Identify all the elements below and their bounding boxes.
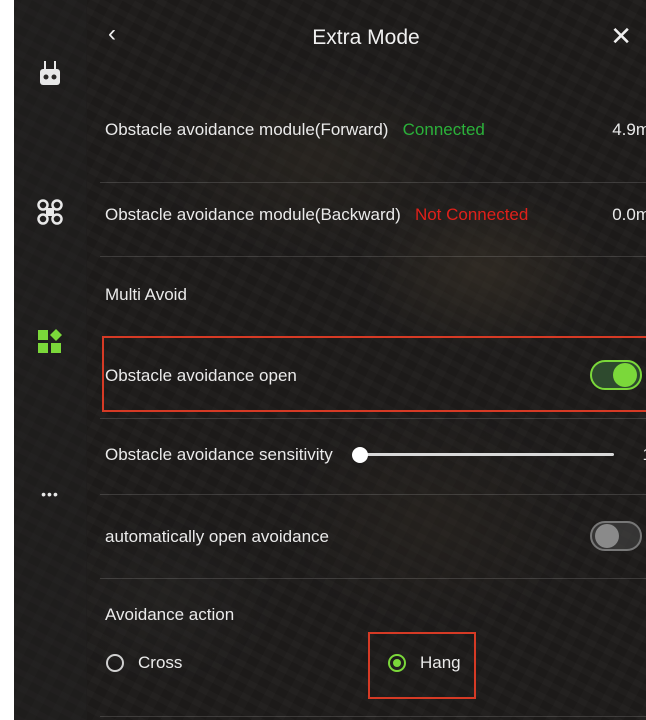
status-badge: Not Connected (414, 205, 529, 224)
toggle-knob (613, 363, 637, 387)
radio-option-hang[interactable]: Hang (388, 649, 468, 679)
avoidance-action-label: Avoidance action (105, 605, 235, 624)
remote-controller-icon[interactable] (36, 60, 64, 88)
auto-open-label: automatically open avoidance (105, 527, 329, 546)
radio-unselected-icon (106, 654, 124, 672)
sensitivity-slider-thumb[interactable] (352, 447, 368, 463)
auto-open-toggle[interactable] (590, 521, 642, 551)
sensitivity-slider-track[interactable] (360, 453, 614, 456)
radio-selected-icon (388, 654, 406, 672)
sensitivity-value: 1 (643, 445, 646, 465)
settings-panel: ‹ Extra Mode ✕ Obstacle avoidance module… (86, 0, 646, 720)
avoidance-open-row: Obstacle avoidance open (86, 336, 646, 412)
section-multi-avoid: Multi Avoid (86, 257, 646, 333)
drone-icon[interactable] (36, 198, 64, 226)
divider (100, 716, 646, 717)
module-label: Obstacle avoidance module(Backward) Not … (105, 205, 528, 225)
module-row-forward: Obstacle avoidance module(Forward) Conne… (86, 78, 646, 182)
sidebar: ••• (14, 0, 87, 720)
app-screen: ••• ‹ Extra Mode ✕ Obstacle avoidance mo… (14, 0, 646, 720)
more-icon[interactable]: ••• (36, 480, 64, 508)
toggle-knob (595, 524, 619, 548)
section-heading: Multi Avoid (105, 285, 187, 304)
distance-value: 0.0m (612, 205, 646, 224)
module-name: Obstacle avoidance module(Forward) (105, 120, 389, 139)
apps-icon[interactable] (36, 328, 64, 356)
page-title: Extra Mode (312, 26, 420, 49)
radio-label: Cross (138, 653, 183, 672)
avoidance-action-section: Avoidance action Cross Hang (86, 579, 646, 720)
close-icon[interactable]: ✕ (610, 21, 632, 52)
avoidance-open-label: Obstacle avoidance open (105, 366, 297, 385)
header: ‹ Extra Mode ✕ (86, 0, 646, 78)
module-label: Obstacle avoidance module(Forward) Conne… (105, 120, 485, 140)
module-row-backward: Obstacle avoidance module(Backward) Not … (86, 183, 646, 255)
auto-open-row: automatically open avoidance (86, 495, 646, 577)
radio-label: Hang (420, 653, 461, 672)
sensitivity-row: Obstacle avoidance sensitivity 1 (86, 419, 646, 493)
sensitivity-label: Obstacle avoidance sensitivity (105, 445, 333, 464)
avoidance-open-toggle[interactable] (590, 360, 642, 390)
distance-value: 4.9m (612, 120, 646, 139)
radio-option-cross[interactable]: Cross (106, 649, 196, 679)
module-name: Obstacle avoidance module(Backward) (105, 205, 401, 224)
status-badge: Connected (402, 120, 485, 139)
